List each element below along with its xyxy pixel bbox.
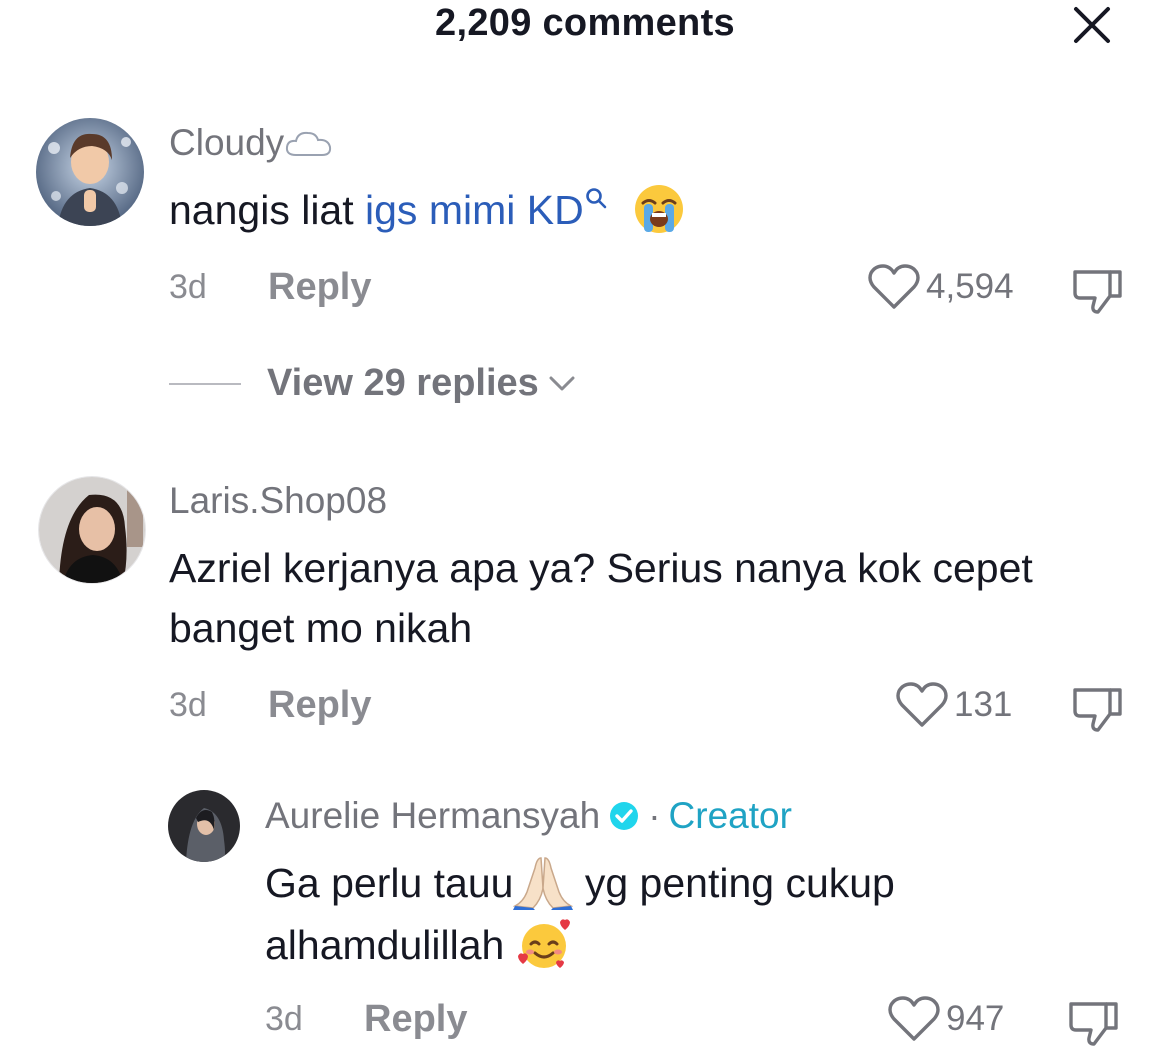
- search-link[interactable]: igs mimi KD: [365, 187, 608, 233]
- smiling-face-with-hearts-emoji: [517, 919, 570, 969]
- close-button[interactable]: [1066, 2, 1118, 48]
- creator-badge: Creator: [668, 795, 792, 836]
- dislike-button[interactable]: [1072, 266, 1124, 321]
- like-count: 947: [946, 999, 1005, 1038]
- dislike-button[interactable]: [1068, 998, 1120, 1053]
- loudly-crying-face-emoji: [635, 185, 684, 234]
- heart-icon: [896, 682, 948, 727]
- reply-button[interactable]: Reply: [364, 998, 467, 1041]
- comment-text: Azriel kerjanya apa ya? Serius nanya kok…: [169, 545, 1033, 651]
- folded-hands-emoji: [513, 857, 574, 911]
- heart-icon: [868, 264, 920, 309]
- reply-time: 3d: [265, 1000, 303, 1038]
- avatar[interactable]: [36, 118, 144, 226]
- like-count: 131: [954, 685, 1013, 724]
- thumbs-down-icon: [1073, 688, 1122, 732]
- cloud-icon: [286, 132, 332, 157]
- reply-text: Ga perlu tauu yg penting cukup alhamduli…: [265, 852, 1065, 976]
- like-button[interactable]: 131: [896, 682, 1012, 728]
- view-replies-label: View 29 replies: [267, 362, 539, 404]
- reply-username-row: Aurelie Hermansyah · Creator: [265, 795, 792, 837]
- heart-icon: [888, 996, 940, 1041]
- reply-button[interactable]: Reply: [268, 266, 371, 309]
- comment-username[interactable]: Cloudy: [169, 122, 334, 164]
- view-replies-button[interactable]: View 29 replies: [169, 362, 577, 405]
- avatar[interactable]: [168, 790, 240, 862]
- like-count: 4,594: [926, 267, 1014, 306]
- search-icon: [585, 188, 607, 209]
- chevron-down-icon: [549, 376, 575, 390]
- like-button[interactable]: 947: [888, 996, 1004, 1042]
- divider-line: [169, 382, 241, 385]
- close-icon: [1074, 7, 1110, 43]
- avatar[interactable]: [38, 476, 146, 584]
- verified-icon: [610, 802, 639, 831]
- reply-button[interactable]: Reply: [268, 684, 371, 727]
- dislike-button[interactable]: [1072, 684, 1124, 739]
- separator-dot: ·: [648, 795, 661, 836]
- thumbs-down-icon: [1073, 270, 1122, 314]
- comment-text: nangis liat igs mimi KD: [169, 180, 1069, 240]
- thumbs-down-icon: [1069, 1002, 1118, 1046]
- comments-count-title: 2,209 comments: [435, 2, 735, 44]
- like-button[interactable]: 4,594: [868, 264, 1014, 310]
- comment-username[interactable]: Laris.Shop08: [169, 480, 387, 522]
- reply-username[interactable]: Aurelie Hermansyah: [265, 795, 600, 836]
- comment-time: 3d: [169, 268, 207, 306]
- comment-time: 3d: [169, 686, 207, 724]
